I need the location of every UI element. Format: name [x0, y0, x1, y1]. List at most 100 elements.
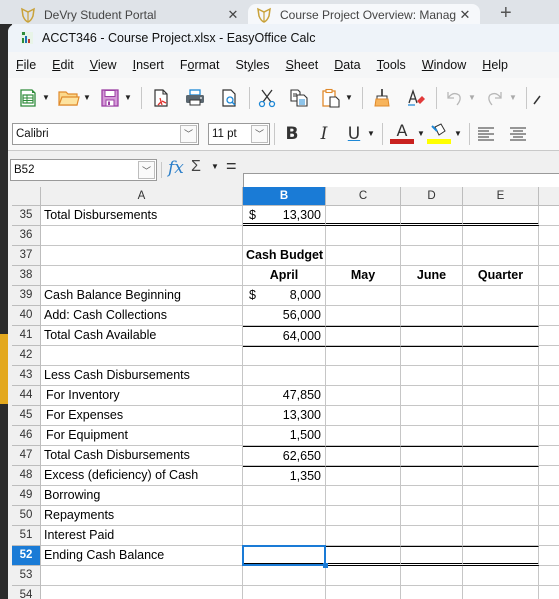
- column-header-e[interactable]: E: [463, 187, 539, 206]
- underline-button[interactable]: U: [343, 122, 365, 146]
- cell-c41[interactable]: [326, 326, 401, 346]
- menu-styles[interactable]: Styles: [235, 58, 269, 72]
- cell-a48[interactable]: Excess (deficiency) of Cash: [41, 466, 243, 486]
- cell-a35[interactable]: Total Disbursements: [41, 206, 243, 226]
- column-header-d[interactable]: D: [401, 187, 463, 206]
- cell-d50[interactable]: [401, 506, 463, 526]
- column-header-f[interactable]: [539, 187, 559, 206]
- select-all-corner[interactable]: [12, 187, 41, 206]
- cell-a47[interactable]: Total Cash Disbursements: [41, 446, 243, 466]
- bold-button[interactable]: B: [281, 122, 303, 146]
- cell-c50[interactable]: [326, 506, 401, 526]
- cell-e35[interactable]: [463, 206, 539, 226]
- cell-e50[interactable]: [463, 506, 539, 526]
- cell-f44[interactable]: [539, 386, 559, 406]
- cell-f47[interactable]: [539, 446, 559, 466]
- menu-window[interactable]: Window: [422, 58, 466, 72]
- row-header-37[interactable]: 37: [12, 246, 41, 266]
- cell-f49[interactable]: [539, 486, 559, 506]
- cell-e44[interactable]: [463, 386, 539, 406]
- cell-d36[interactable]: [401, 226, 463, 246]
- cell-c51[interactable]: [326, 526, 401, 546]
- cell-f53[interactable]: [539, 566, 559, 586]
- menu-format[interactable]: Format: [180, 58, 220, 72]
- cell-f51[interactable]: [539, 526, 559, 546]
- row-header-52[interactable]: 52: [12, 546, 41, 566]
- redo-dropdown[interactable]: ▼: [508, 86, 518, 110]
- redo-button[interactable]: [483, 86, 507, 110]
- cell-a37[interactable]: [41, 246, 243, 266]
- cell-a43[interactable]: Less Cash Disbursements: [41, 366, 243, 386]
- print-preview-button[interactable]: [217, 86, 241, 110]
- close-tab-icon[interactable]: ✕: [224, 7, 242, 23]
- cell-d52[interactable]: [401, 546, 463, 566]
- row-header-44[interactable]: 44: [12, 386, 41, 406]
- cell-d46[interactable]: [401, 426, 463, 446]
- cell-a53[interactable]: [41, 566, 243, 586]
- cell-c40[interactable]: [326, 306, 401, 326]
- cell-e40[interactable]: [463, 306, 539, 326]
- cell-b44[interactable]: 47,850: [243, 386, 326, 406]
- cell-e48[interactable]: [463, 466, 539, 486]
- cell-f40[interactable]: [539, 306, 559, 326]
- row-header-43[interactable]: 43: [12, 366, 41, 386]
- cell-c45[interactable]: [326, 406, 401, 426]
- cell-b36[interactable]: [243, 226, 326, 246]
- cell-a39[interactable]: Cash Balance Beginning: [41, 286, 243, 306]
- italic-button[interactable]: I: [313, 122, 335, 146]
- cell-d45[interactable]: [401, 406, 463, 426]
- cell-c42[interactable]: [326, 346, 401, 366]
- undo-dropdown[interactable]: ▼: [467, 86, 477, 110]
- save-button[interactable]: [98, 86, 122, 110]
- cell-d35[interactable]: [401, 206, 463, 226]
- cell-d42[interactable]: [401, 346, 463, 366]
- font-size-combobox[interactable]: 11 pt ﹀: [208, 122, 270, 145]
- cell-e39[interactable]: [463, 286, 539, 306]
- cell-a44[interactable]: For Inventory: [41, 386, 243, 406]
- column-header-b[interactable]: B: [243, 187, 326, 206]
- cell-e54[interactable]: [463, 586, 539, 599]
- cell-c48[interactable]: [326, 466, 401, 486]
- cell-c52[interactable]: [326, 546, 401, 566]
- menu-help[interactable]: Help: [482, 58, 508, 72]
- row-header-47[interactable]: 47: [12, 446, 41, 466]
- function-wizard-icon[interactable]: fx: [168, 158, 184, 178]
- row-header-48[interactable]: 48: [12, 466, 41, 486]
- align-center-button[interactable]: [508, 122, 528, 146]
- cell-c36[interactable]: [326, 226, 401, 246]
- cell-b48[interactable]: 1,350: [243, 466, 326, 486]
- cell-f39[interactable]: [539, 286, 559, 306]
- new-spreadsheet-button[interactable]: [16, 86, 40, 110]
- cell-a36[interactable]: [41, 226, 243, 246]
- row-header-41[interactable]: 41: [12, 326, 41, 346]
- paste-button[interactable]: [319, 86, 343, 110]
- cell-c53[interactable]: [326, 566, 401, 586]
- export-pdf-button[interactable]: [149, 86, 173, 110]
- cell-e49[interactable]: [463, 486, 539, 506]
- row-header-50[interactable]: 50: [12, 506, 41, 526]
- cell-e47[interactable]: [463, 446, 539, 466]
- cell-b54[interactable]: [243, 586, 326, 599]
- row-header-35[interactable]: 35: [12, 206, 41, 226]
- cell-d53[interactable]: [401, 566, 463, 586]
- clone-formatting-button[interactable]: [370, 86, 394, 110]
- cell-d41[interactable]: [401, 326, 463, 346]
- row-header-51[interactable]: 51: [12, 526, 41, 546]
- cell-a45[interactable]: For Expenses: [41, 406, 243, 426]
- cell-f43[interactable]: [539, 366, 559, 386]
- cell-a50[interactable]: Repayments: [41, 506, 243, 526]
- open-button[interactable]: [57, 86, 81, 110]
- row-header-45[interactable]: 45: [12, 406, 41, 426]
- cell-c47[interactable]: [326, 446, 401, 466]
- name-box[interactable]: B52 ﹀: [10, 159, 157, 181]
- print-button[interactable]: [183, 86, 207, 110]
- cell-f54[interactable]: [539, 586, 559, 599]
- cell-b52[interactable]: [243, 546, 326, 566]
- cell-d47[interactable]: [401, 446, 463, 466]
- cell-b39[interactable]: 8,000 $: [243, 286, 326, 306]
- underline-dropdown[interactable]: ▼: [366, 122, 376, 146]
- row-header-36[interactable]: 36: [12, 226, 41, 246]
- menu-data[interactable]: Data: [334, 58, 360, 72]
- cell-d54[interactable]: [401, 586, 463, 599]
- close-tab-icon[interactable]: ✕: [456, 7, 474, 23]
